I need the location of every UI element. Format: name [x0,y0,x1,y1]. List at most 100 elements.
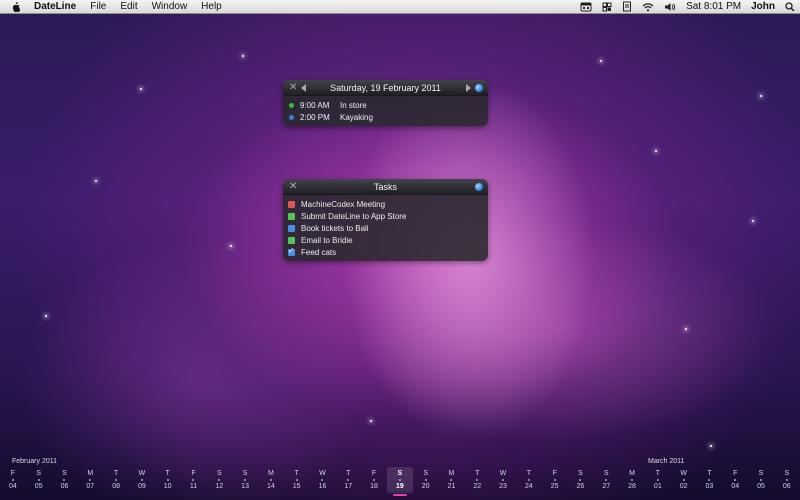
day-cell[interactable]: S 20 [413,467,439,493]
day-cell[interactable]: S 05 [748,467,774,493]
apple-menu-icon[interactable] [10,1,20,12]
calendar-widget: ✕ Saturday, 19 February 2011 9:00 AM In … [283,80,488,126]
day-cell[interactable]: T 24 [516,467,542,493]
day-dot [708,479,711,481]
day-of-week: F [371,470,377,477]
wifi-icon[interactable] [637,2,659,12]
day-number: 02 [679,483,688,490]
day-cell[interactable]: S 13 [232,467,258,493]
day-cell[interactable]: W 09 [129,467,155,493]
day-cell[interactable]: F 04 [0,467,26,493]
day-cell-today[interactable]: S 19 [386,467,413,496]
calendar-status-icon[interactable] [575,2,597,12]
task-checkbox[interactable] [288,236,295,244]
task-checkbox-checked[interactable] [288,246,295,256]
star [685,328,687,330]
star [710,445,712,447]
event-row[interactable]: 2:00 PM Kayaking [283,111,488,123]
star [45,315,47,317]
day-dot [527,479,530,481]
day-cell[interactable]: M 07 [77,467,103,493]
day-cell[interactable]: M 28 [619,467,645,493]
menu-window[interactable]: Window [145,0,195,14]
day-cell[interactable]: T 15 [284,467,310,493]
menu-extras: Sat 8:01 PM John [575,0,800,14]
day-cell[interactable]: M 21 [439,467,465,493]
day-of-week: F [733,470,738,477]
day-of-week: S [578,470,583,477]
day-cell[interactable]: S 26 [568,467,594,493]
menu-user[interactable]: John [746,0,780,14]
day-cell[interactable]: F 11 [181,467,207,493]
day-cell[interactable]: M 14 [258,467,284,493]
next-day-arrow-icon[interactable] [466,84,471,92]
tasks-widget-header: ✕ Tasks [283,179,488,195]
day-cell[interactable]: T 10 [155,467,181,493]
globe-icon[interactable] [475,183,483,191]
day-number: 04 [731,483,740,490]
task-checkbox[interactable] [288,212,295,220]
day-number: 08 [112,483,120,490]
day-cell[interactable]: T 08 [103,467,129,493]
day-number: 22 [473,483,482,490]
task-row[interactable]: MachineCodex Meeting [283,198,488,210]
day-of-week: S [784,470,790,477]
day-dot [424,479,427,481]
star [760,95,762,97]
tasks-widget-title: Tasks [373,181,397,192]
task-checkbox[interactable] [288,200,295,208]
day-of-week: S [62,470,67,477]
day-cell[interactable]: S 27 [593,467,619,493]
menu-help[interactable]: Help [194,0,229,14]
day-dot [11,479,14,481]
timemachine-status-icon[interactable] [617,1,637,12]
day-cell[interactable]: T 17 [335,467,361,493]
day-of-week: W [138,470,146,477]
day-dot [89,479,92,481]
day-cell[interactable]: W 23 [490,467,516,493]
task-row[interactable]: Submit DateLine to App Store [283,210,488,222]
task-row[interactable]: Feed cats [283,246,488,258]
day-dot [192,479,195,481]
star [752,220,754,222]
day-cell[interactable]: S 06 [52,467,78,493]
day-number: 20 [421,483,430,490]
day-dot [115,479,118,481]
day-cell[interactable]: W 02 [671,467,697,493]
menu-app-name[interactable]: DateLine [30,0,83,14]
menu-edit[interactable]: Edit [113,0,144,14]
day-dot [656,479,659,481]
globe-icon[interactable] [475,84,483,92]
task-row[interactable]: Book tickets to Bali [283,222,488,234]
grid-status-icon[interactable] [597,2,617,12]
event-name: Kayaking [340,112,373,122]
menu-file[interactable]: File [83,0,113,14]
day-cell[interactable]: T 22 [464,467,490,493]
day-cell[interactable]: T 03 [697,467,723,493]
spotlight-search-icon[interactable] [780,1,800,12]
day-number: 05 [757,483,765,490]
calendar-widget-title: Saturday, 19 February 2011 [330,82,441,93]
day-cell[interactable]: F 25 [542,467,568,493]
day-of-week: T [526,470,531,477]
task-row[interactable]: Email to Bridie [283,234,488,246]
day-cell[interactable]: S 05 [26,467,52,493]
task-checkbox[interactable] [288,224,295,232]
day-cell[interactable]: S 06 [774,467,800,493]
event-row[interactable]: 9:00 AM In store [283,99,488,111]
day-dot [295,479,298,481]
day-dot [347,479,350,481]
day-cell[interactable]: F 04 [722,467,748,493]
volume-icon[interactable] [659,2,681,12]
day-number: 17 [344,483,353,490]
day-number: 04 [9,483,17,490]
day-of-week: S [216,470,222,477]
day-cell[interactable]: F 18 [361,467,387,493]
day-cell[interactable]: S 12 [206,467,232,493]
day-number: 12 [215,483,224,490]
day-cell[interactable]: W 16 [310,467,336,493]
day-dot [373,479,376,481]
day-dot [269,479,272,481]
day-cell[interactable]: T 01 [645,467,671,493]
menu-clock[interactable]: Sat 8:01 PM [681,0,746,14]
